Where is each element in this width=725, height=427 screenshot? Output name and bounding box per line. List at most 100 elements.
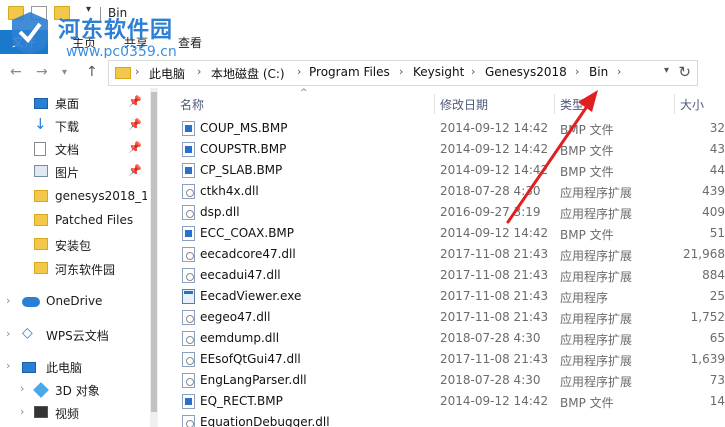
pin-icon[interactable]: 📌	[128, 118, 142, 131]
sidebar-item-label: 下载	[55, 120, 80, 134]
sidebar-item-label: 此电脑	[46, 361, 83, 375]
this-pc-icon	[22, 362, 36, 373]
file-size: 1,752	[690, 310, 725, 324]
file-row[interactable]: eecadui47.dll 2017-11-08 21:43 应用程序扩展 884	[158, 265, 725, 286]
sidebar-item-install-packages[interactable]: 安装包	[0, 234, 150, 256]
back-arrow-icon[interactable]: ←	[10, 64, 22, 80]
folder-icon	[34, 238, 48, 250]
breadcrumb-chevron-icon[interactable]: ›	[197, 65, 201, 78]
bmp-file-icon	[182, 163, 195, 178]
file-row[interactable]: EQ_RECT.BMP 2014-09-12 14:42 BMP 文件 14	[158, 391, 725, 412]
breadcrumb-chevron-icon[interactable]: ›	[471, 65, 475, 78]
file-type: 应用程序扩展	[560, 333, 633, 347]
column-divider[interactable]	[674, 94, 675, 114]
file-row[interactable]: CP_SLAB.BMP 2014-09-12 14:42 BMP 文件 44	[158, 160, 725, 181]
sidebar-item-this-pc[interactable]: › 此电脑	[0, 356, 150, 378]
file-name: COUP_MS.BMP	[200, 121, 288, 135]
bmp-file-icon	[182, 142, 195, 157]
file-size: 1,639	[690, 352, 725, 366]
file-row[interactable]: eemdump.dll 2018-07-28 4:30 应用程序扩展 65	[158, 328, 725, 349]
watermark-title: 河东软件园	[58, 17, 174, 43]
pin-icon[interactable]: 📌	[128, 141, 142, 154]
sidebar-scrollbar-thumb[interactable]	[151, 92, 157, 412]
tab-view[interactable]: 查看	[178, 34, 202, 51]
file-size: 43	[709, 142, 725, 156]
dll-file-icon	[182, 310, 195, 325]
file-row[interactable]: eegeo47.dll 2017-11-08 21:43 应用程序扩展 1,752	[158, 307, 725, 328]
pin-icon[interactable]: 📌	[128, 164, 142, 177]
expand-chevron-icon[interactable]: ›	[20, 405, 24, 418]
file-type: BMP 文件	[560, 144, 614, 158]
file-size: 25	[709, 289, 725, 303]
file-row[interactable]: dsp.dll 2016-09-27 3:19 应用程序扩展 409	[158, 202, 725, 223]
dll-file-icon	[182, 205, 195, 220]
file-date: 2017-11-08 21:43	[440, 352, 549, 366]
breadcrumb-genesys2018[interactable]: Genesys2018	[485, 65, 567, 79]
file-date: 2018-07-28 4:30	[440, 373, 541, 387]
breadcrumb-chevron-icon[interactable]: ›	[617, 65, 621, 78]
file-row[interactable]: COUPSTR.BMP 2014-09-12 14:42 BMP 文件 43	[158, 139, 725, 160]
expand-chevron-icon[interactable]: ›	[6, 359, 10, 372]
expand-chevron-icon[interactable]: ›	[20, 382, 24, 395]
column-header-name[interactable]: 名称	[180, 96, 204, 113]
wps-cloud-icon: ◇	[22, 325, 33, 341]
sidebar-item-desktop[interactable]: 桌面 📌	[0, 92, 150, 114]
sidebar-item-pictures[interactable]: 图片 📌	[0, 161, 150, 183]
column-header-date[interactable]: 修改日期	[440, 96, 488, 113]
file-size: 21,968	[683, 247, 725, 261]
address-dropdown-icon[interactable]: ▾	[664, 65, 669, 76]
file-date: 2018-07-28 4:30	[440, 184, 541, 198]
expand-chevron-icon[interactable]: ›	[6, 327, 10, 340]
sidebar-item-onedrive[interactable]: › OneDrive	[0, 291, 150, 313]
file-size: 439	[702, 184, 725, 198]
breadcrumb-chevron-icon[interactable]: ›	[297, 65, 301, 78]
file-date: 2014-09-12 14:42	[440, 121, 549, 135]
file-name: ctkh4x.dll	[200, 184, 259, 198]
file-name: eecadui47.dll	[200, 268, 281, 282]
sidebar-item-videos[interactable]: › 视频	[0, 402, 150, 424]
address-row: ← → ▾ ↑ › 此电脑 › 本地磁盘 (C:) › Program File…	[0, 58, 725, 88]
dll-file-icon	[182, 352, 195, 367]
file-row[interactable]: EecadViewer.exe 2017-11-08 21:43 应用程序 25	[158, 286, 725, 307]
breadcrumb-bin[interactable]: Bin	[589, 65, 608, 79]
file-row[interactable]: EngLangParser.dll 2018-07-28 4:30 应用程序扩展 73	[158, 370, 725, 391]
column-divider[interactable]	[554, 94, 555, 114]
column-header-size[interactable]: 大小	[680, 96, 704, 113]
column-divider[interactable]	[434, 94, 435, 114]
file-row[interactable]: eecadcore47.dll 2017-11-08 21:43 应用程序扩展 21,…	[158, 244, 725, 265]
file-row[interactable]: ECC_COAX.BMP 2014-09-12 14:42 BMP 文件 51	[158, 223, 725, 244]
breadcrumb-local-disk[interactable]: 本地磁盘 (C:)	[211, 65, 285, 82]
file-size: 32	[709, 121, 725, 135]
refresh-icon[interactable]: ↻	[678, 63, 691, 81]
file-size: 884	[702, 268, 725, 282]
address-bar[interactable]: › 此电脑 › 本地磁盘 (C:) › Program Files › Keys…	[108, 60, 698, 86]
sidebar-item-patched-files[interactable]: Patched Files	[0, 210, 150, 232]
breadcrumb-chevron-icon[interactable]: ›	[135, 65, 139, 78]
recent-locations-chevron-icon[interactable]: ▾	[62, 67, 67, 78]
up-arrow-icon[interactable]: ↑	[86, 64, 98, 80]
sidebar-item-genesys2018[interactable]: genesys2018_1	[0, 186, 150, 208]
file-row[interactable]: EEsofQtGui47.dll 2017-11-08 21:43 应用程序扩展 1,…	[158, 349, 725, 370]
column-header-type[interactable]: 类型	[560, 96, 584, 113]
sidebar-item-3d-objects[interactable]: › 3D 对象	[0, 379, 150, 401]
sidebar-item-documents[interactable]: 文档 📌	[0, 138, 150, 160]
desktop-icon	[34, 98, 48, 109]
sidebar-item-hedong[interactable]: 河东软件园	[0, 258, 150, 280]
breadcrumb-program-files[interactable]: Program Files	[309, 65, 390, 79]
sidebar-item-wps-cloud[interactable]: › ◇ WPS云文档	[0, 324, 150, 346]
forward-arrow-icon[interactable]: →	[36, 64, 48, 80]
breadcrumb-chevron-icon[interactable]: ›	[399, 65, 403, 78]
sidebar-item-downloads[interactable]: ↓ 下载 📌	[0, 115, 150, 137]
file-row[interactable]: ctkh4x.dll 2018-07-28 4:30 应用程序扩展 439	[158, 181, 725, 202]
sidebar-item-label: WPS云文档	[46, 329, 109, 343]
folder-icon	[115, 67, 131, 79]
file-row[interactable]: COUP_MS.BMP 2014-09-12 14:42 BMP 文件 32	[158, 118, 725, 139]
file-date: 2014-09-12 14:42	[440, 226, 549, 240]
pin-icon[interactable]: 📌	[128, 95, 142, 108]
breadcrumb-this-pc[interactable]: 此电脑	[149, 65, 185, 82]
breadcrumb-chevron-icon[interactable]: ›	[575, 65, 579, 78]
file-date: 2014-09-12 14:42	[440, 394, 549, 408]
expand-chevron-icon[interactable]: ›	[6, 294, 10, 307]
file-row[interactable]: EquationDebugger.dll	[158, 412, 725, 427]
breadcrumb-keysight[interactable]: Keysight	[413, 65, 464, 79]
